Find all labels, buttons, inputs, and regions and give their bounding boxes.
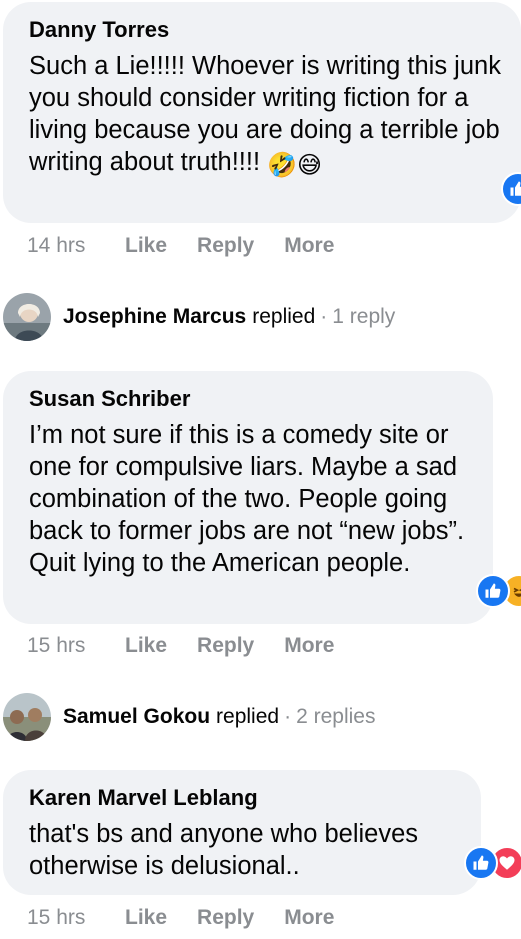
comment-author[interactable]: Danny Torres [29, 16, 503, 44]
comment-bubble-karen-marvel-leblang: Karen Marvel Leblang that's bs and anyon… [3, 770, 481, 895]
reply-count[interactable]: 1 reply [332, 305, 395, 329]
like-reaction-icon [476, 574, 510, 608]
more-button[interactable]: More [284, 633, 334, 659]
like-button[interactable]: Like [125, 905, 167, 931]
comment-bubble-danny-torres: Danny Torres Such a Lie!!!!! Whoever is … [3, 2, 521, 223]
reply-verb: replied [252, 305, 316, 328]
reply-summary-row[interactable]: Samuel Gokou replied · 2 replies [3, 693, 375, 741]
comment-author[interactable]: Susan Schriber [29, 385, 475, 413]
more-button[interactable]: More [284, 905, 334, 931]
comment-bubble-susan-schriber: Susan Schriber I’m not sure if this is a… [3, 371, 493, 624]
reply-author-name[interactable]: Josephine Marcus [63, 305, 246, 329]
comment-actions: 14 hrs Like Reply More [27, 233, 364, 259]
separator-dot: · [320, 305, 328, 328]
rolling-laughing-emoji: 🤣 [267, 152, 298, 179]
reply-author-name[interactable]: Samuel Gokou [63, 705, 210, 729]
comment-text: I’m not sure if this is a comedy site or… [29, 421, 465, 577]
comment-timestamp[interactable]: 14 hrs [27, 233, 125, 259]
like-reaction-icon [464, 846, 498, 880]
comment-actions: 15 hrs Like Reply More [27, 633, 364, 659]
like-button[interactable]: Like [125, 633, 167, 659]
separator-dot: · [284, 705, 292, 728]
reply-button[interactable]: Reply [197, 633, 254, 659]
like-button[interactable]: Like [125, 233, 167, 259]
comment-timestamp[interactable]: 15 hrs [27, 905, 125, 931]
reply-button[interactable]: Reply [197, 233, 254, 259]
avatar[interactable] [3, 293, 51, 341]
comment-author[interactable]: Karen Marvel Leblang [29, 784, 463, 812]
like-reaction-icon [501, 172, 521, 206]
comment-text: that's bs and anyone who believes otherw… [29, 820, 419, 880]
more-button[interactable]: More [284, 233, 334, 259]
comment-text: Such a Lie!!!!! Whoever is writing this … [29, 52, 501, 179]
reply-count[interactable]: 2 replies [296, 705, 375, 729]
comment-actions: 15 hrs Like Reply More [27, 905, 364, 931]
grinning-sweat-emoji: 😅 [297, 152, 323, 179]
reactions-summary[interactable] [476, 574, 521, 608]
reply-verb: replied [216, 705, 280, 728]
reply-button[interactable]: Reply [197, 905, 254, 931]
reactions-summary[interactable] [501, 172, 521, 206]
reactions-summary[interactable] [464, 846, 521, 880]
comment-timestamp[interactable]: 15 hrs [27, 633, 125, 659]
reply-summary-row[interactable]: Josephine Marcus replied · 1 reply [3, 293, 395, 341]
avatar[interactable] [3, 693, 51, 741]
